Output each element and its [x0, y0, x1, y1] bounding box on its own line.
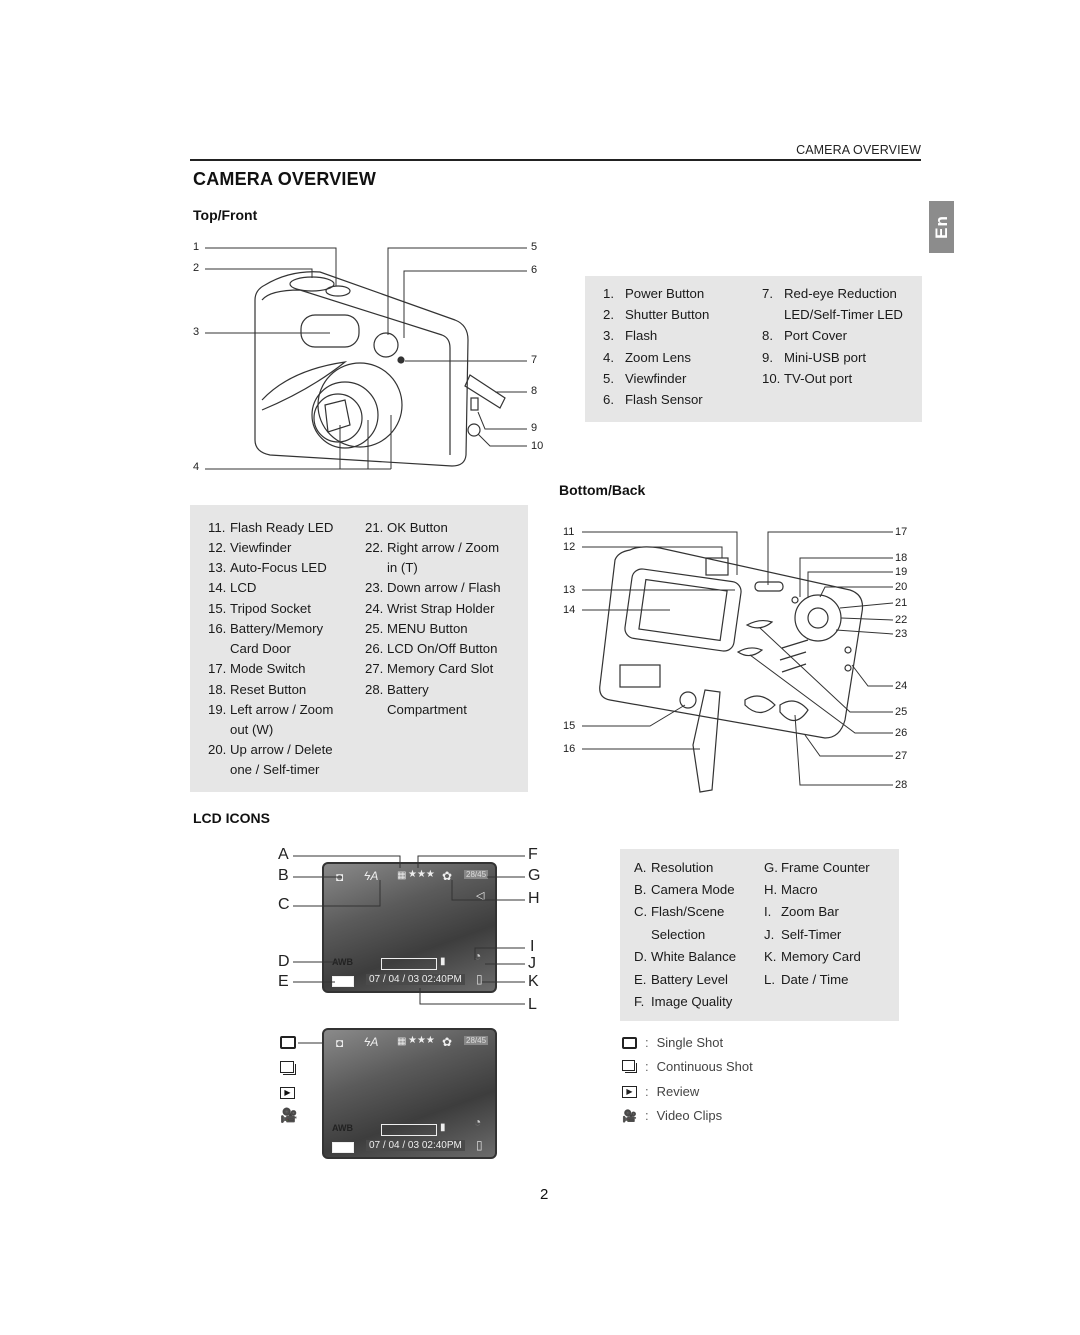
lcd-letter-E: E [278, 973, 289, 990]
mode-legend-item: ▶ : Review [622, 1084, 699, 1099]
lcd-item: L. Date / Time [764, 972, 849, 987]
lcd-letter-K: K [528, 973, 539, 990]
leader-line-A [293, 855, 401, 868]
lcd-letter-J: J [528, 955, 536, 972]
leader-line-H [451, 880, 525, 901]
lcd-letter-H: H [528, 890, 540, 907]
camera-mode-icon: ◘ [336, 1036, 344, 1050]
zoom-t-icon: ▮ [440, 1122, 446, 1133]
leader-line-C [293, 880, 381, 907]
zoom-bar [381, 1124, 437, 1136]
single-shot-icon [622, 1036, 637, 1049]
video-clips-icon: 🎥 [280, 1107, 298, 1123]
lcd-letter-C: C [278, 896, 290, 913]
review-icon: ▶ [280, 1087, 295, 1099]
lcd-item: D. White Balance [634, 949, 737, 964]
leader-line-L [419, 988, 525, 1005]
mode-legend-item: 🎥 : Video Clips [622, 1108, 723, 1123]
lcd-letter-F: F [528, 846, 538, 863]
flash-icon: ϟA [364, 1035, 379, 1049]
lcd-item: B. Camera Mode [634, 882, 735, 897]
white-balance-indicator: AWB [332, 1123, 353, 1133]
lcd-item: F. Image Quality [634, 994, 733, 1009]
lcd-letter-B: B [278, 867, 289, 884]
lcd-item: G. Frame Counter [764, 860, 870, 875]
date-time-readout: 07 / 04 / 03 02:40PM [366, 1140, 465, 1151]
lcd-item: C. Flash/Scene [634, 904, 725, 919]
mode-legend-item: : Continuous Shot [622, 1059, 753, 1074]
lcd-letter-A: A [278, 846, 289, 863]
lcd-screen-preview-2: ◘ ϟA ▦ ★★★ ✿ 28/45 AWB ▮ ◔ 07 / 04 / 03 … [322, 1028, 497, 1159]
mode-legend-item: : Single Shot [622, 1035, 723, 1050]
image-quality-stars: ★★★ [408, 1035, 435, 1046]
video-clips-icon: 🎥 [622, 1108, 637, 1123]
memory-card-icon: ▯ [476, 1138, 483, 1152]
lcd-letter-D: D [278, 953, 290, 970]
lcd-item: H. Macro [764, 882, 818, 897]
leader-line-F [417, 855, 525, 868]
battery-level-icon [332, 1142, 354, 1153]
resolution-icon: ▦ [397, 1036, 407, 1047]
leader-line-I [474, 947, 525, 960]
frame-counter: 28/45 [464, 1036, 489, 1045]
macro-icon: ✿ [442, 1035, 453, 1049]
single-shot-icon [280, 1036, 296, 1049]
lcd-letter-I: I [530, 938, 535, 955]
lcd-item: E. Battery Level [634, 972, 728, 987]
lcd-item: I. Zoom Bar [764, 904, 839, 919]
continuous-shot-icon [280, 1061, 296, 1075]
review-icon: ▶ [622, 1085, 637, 1098]
lcd-letter-L: L [528, 996, 537, 1013]
page-number: 2 [540, 1186, 549, 1203]
continuous-shot-icon [622, 1060, 637, 1073]
lcd-item: A. Resolution [634, 860, 714, 875]
lcd-item: J. Self-Timer [764, 927, 842, 942]
lcd-letter-G: G [528, 867, 541, 884]
lcd-item: K. Memory Card [764, 949, 861, 964]
self-timer-icon: ◔ [474, 1115, 482, 1129]
lcd-item-continued: Selection [651, 927, 706, 942]
